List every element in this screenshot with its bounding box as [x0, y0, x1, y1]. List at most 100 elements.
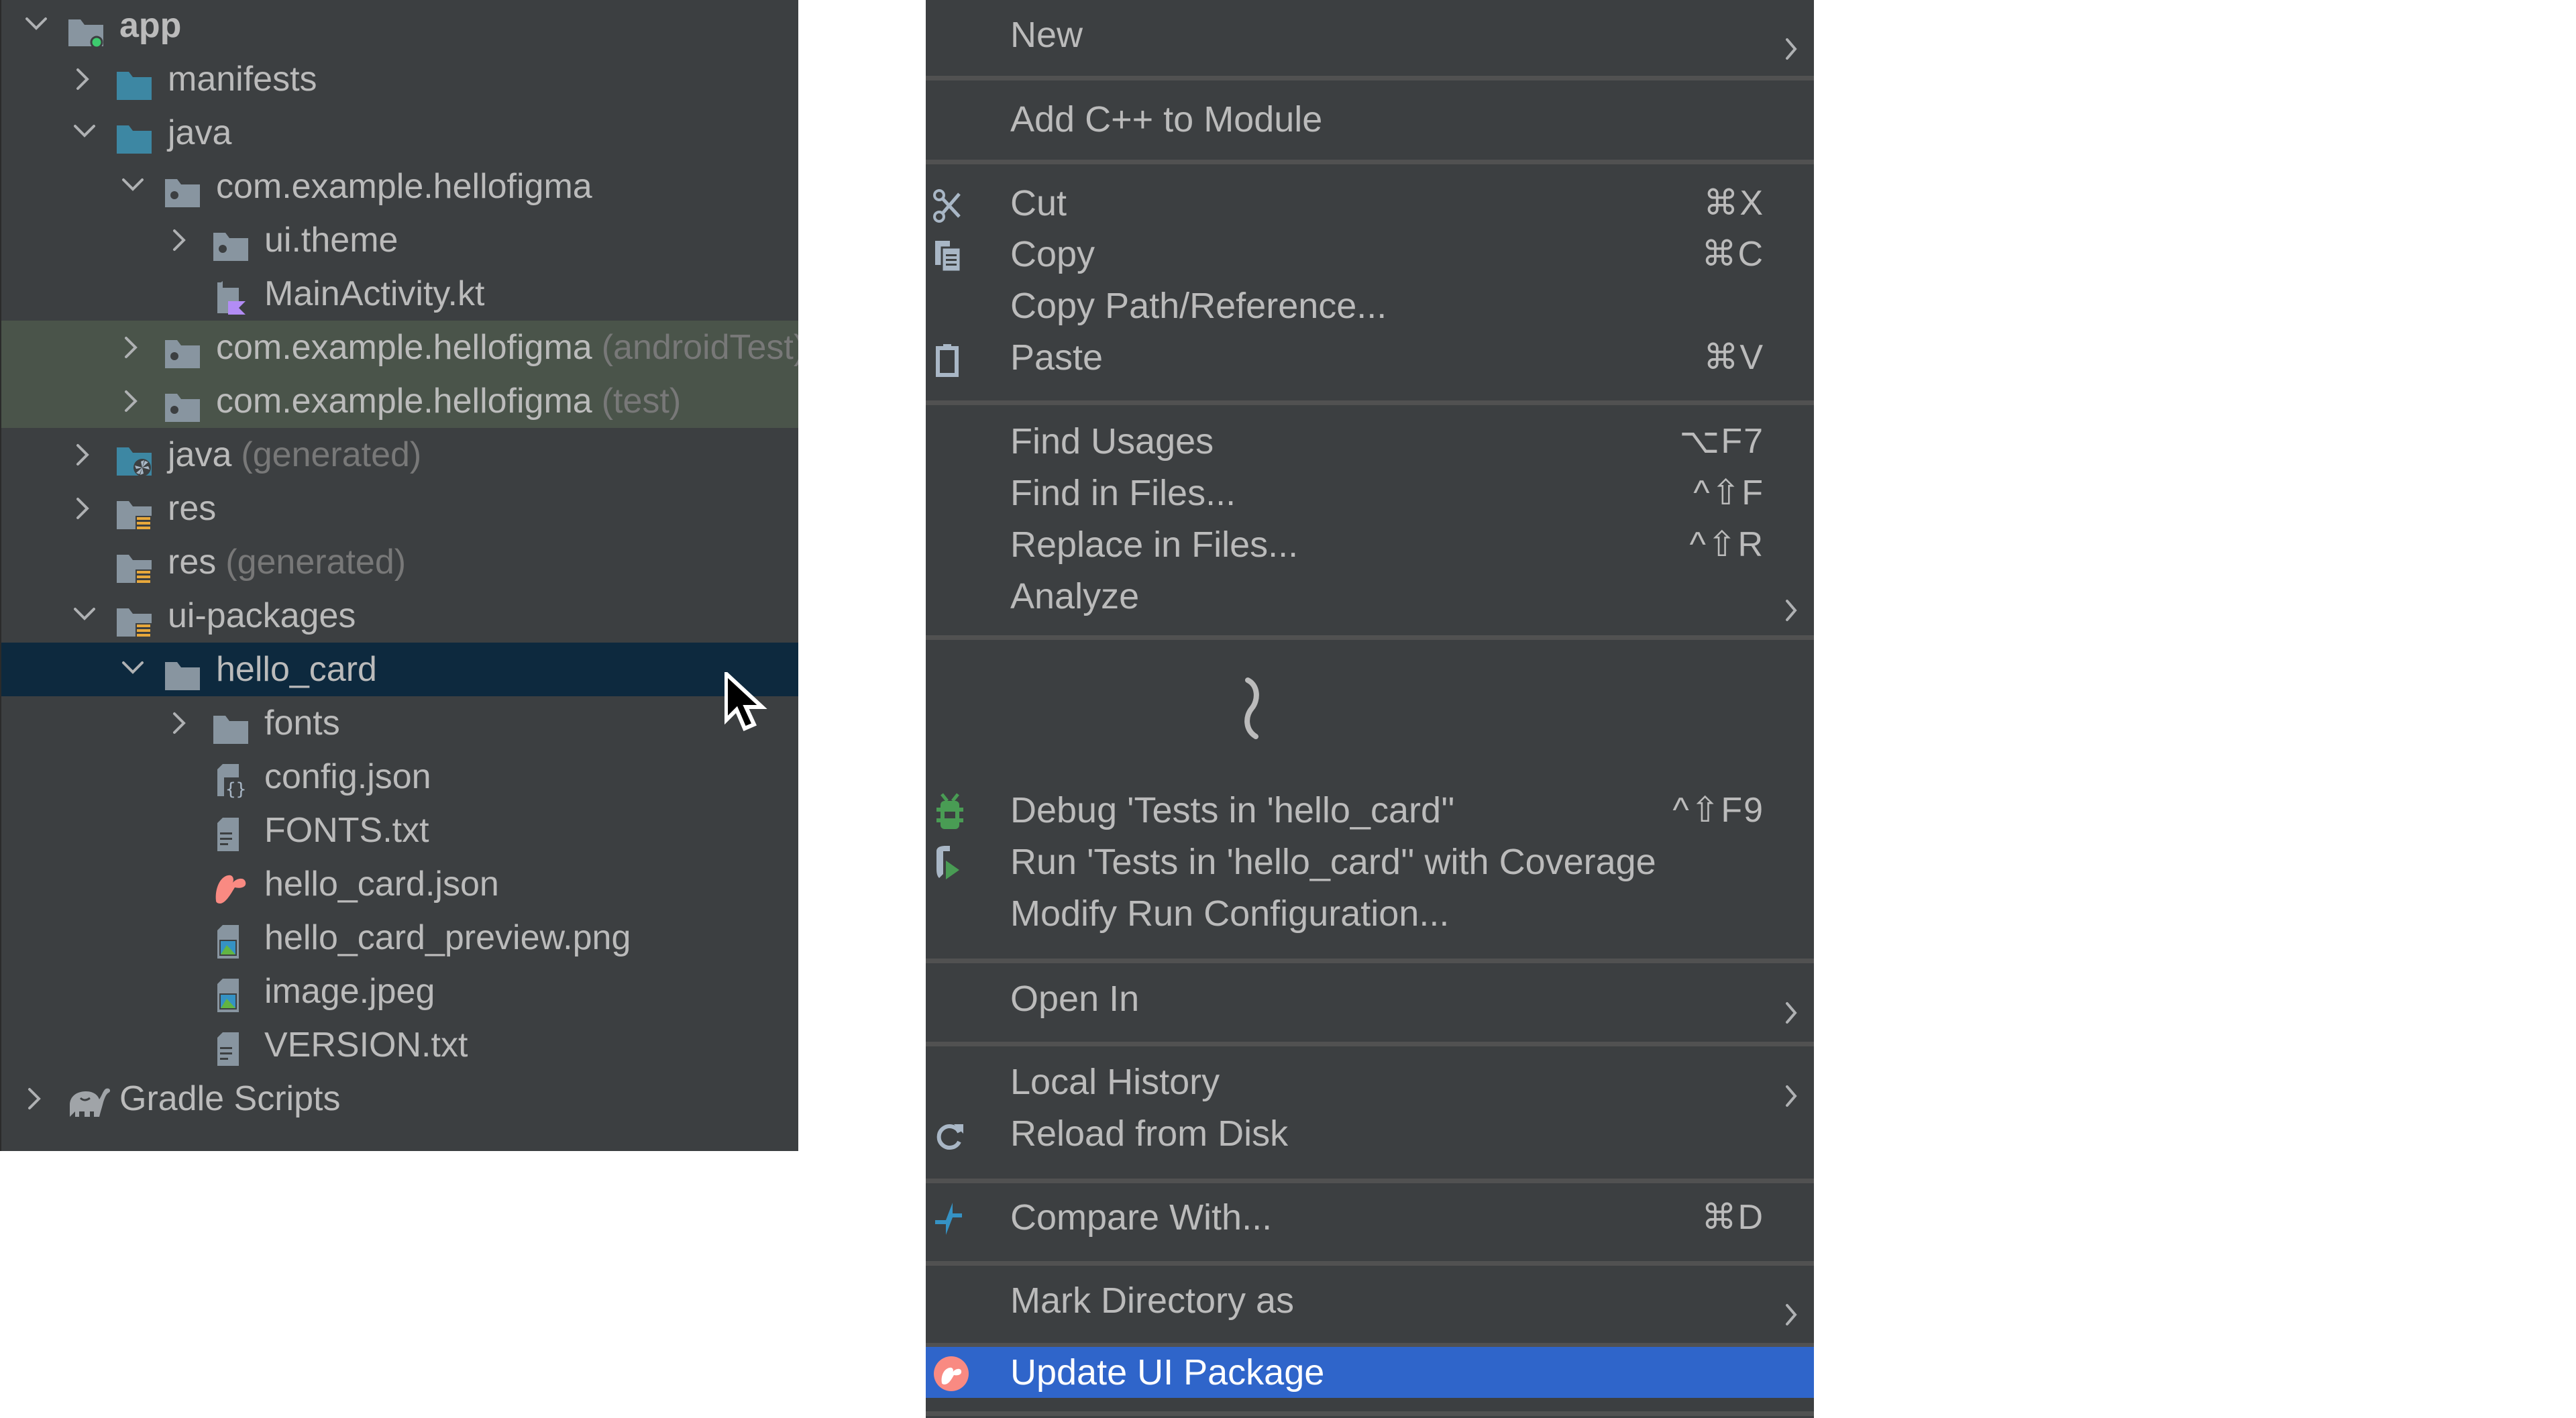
menu-item-reload-from-disk[interactable]: Reload from Disk: [926, 1108, 1814, 1160]
tree-node-name: app: [119, 6, 182, 45]
tree-node[interactable]: manifests: [1, 52, 798, 106]
menu-item-shortcut: ^⇧F9: [1672, 791, 1764, 830]
menu-item-modify-run-configuration[interactable]: Modify Run Configuration...: [926, 888, 1814, 940]
chevron-right-icon[interactable]: [118, 321, 145, 374]
folder-icon: [164, 653, 201, 690]
tree-node[interactable]: VERSION.txt: [1, 1018, 798, 1072]
tree-node[interactable]: com.example.hellofigma (androidTest): [1, 321, 798, 374]
figma-relay-icon: [212, 868, 250, 904]
menu-item-label: Paste: [1010, 337, 1104, 378]
tree-node[interactable]: {} config.json: [1, 750, 798, 804]
chevron-down-icon[interactable]: [118, 643, 145, 696]
gradle-elephant-icon: [64, 1081, 111, 1117]
chevron-down-icon[interactable]: [21, 0, 48, 52]
tree-node-name: manifests: [168, 60, 317, 99]
tree-node[interactable]: FONTS.txt: [1, 804, 798, 857]
menu-item-debug-tests-in-hello-card[interactable]: Debug 'Tests in 'hello_card'' ^⇧F9: [926, 785, 1814, 836]
tree-node[interactable]: hello_card: [1, 643, 798, 696]
menu-item-new[interactable]: New: [926, 9, 1814, 61]
tree-node-label: ui.theme: [264, 213, 398, 267]
package-icon: [212, 224, 250, 261]
menu-item-label: Cut: [1010, 183, 1067, 223]
resource-folder-icon: [115, 492, 153, 533]
tree-node[interactable]: res (generated): [1, 535, 798, 589]
tree-node[interactable]: java (generated): [1, 428, 798, 482]
menu-separator: [926, 1042, 1814, 1046]
tree-node-name: java: [168, 113, 232, 152]
source-folder-icon: [115, 63, 153, 100]
menu-item-mark-directory-as[interactable]: Mark Directory as: [926, 1275, 1814, 1327]
menu-item-update-ui-package[interactable]: Update UI Package: [926, 1347, 1814, 1398]
menu-item-shortcut: ^⇧R: [1689, 525, 1764, 564]
tree-node-name: image.jpeg: [264, 972, 435, 1011]
menu-separator: [926, 635, 1814, 640]
package-icon: [164, 331, 201, 368]
json-file-icon: {}: [212, 761, 250, 800]
menu-item-label: Update UI Package: [1010, 1352, 1325, 1393]
menu-item-shortcut: ⌘X: [1703, 184, 1764, 223]
chevron-right-icon[interactable]: [166, 213, 193, 267]
menu-item-add-c-to-module[interactable]: Add C++ to Module: [926, 94, 1814, 146]
tree-node-label: VERSION.txt: [264, 1018, 468, 1072]
menu-item-cut[interactable]: Cut ⌘X: [926, 178, 1814, 229]
menu-item-label: Debug 'Tests in 'hello_card'': [1010, 790, 1455, 830]
tree-node-name: config.json: [264, 757, 431, 796]
tree-node-name: com.example.hellofigma: [216, 167, 592, 206]
package-icon: [164, 385, 201, 422]
menu-item-copy[interactable]: Copy ⌘C: [926, 229, 1814, 280]
submenu-chevron-icon: [1783, 987, 1799, 1039]
menu-separator: [926, 1179, 1814, 1183]
chevron-right-icon[interactable]: [166, 696, 193, 750]
menu-separator: [926, 160, 1814, 164]
chevron-right-icon[interactable]: [118, 374, 145, 428]
menu-item-run-tests-in-hello-card-with-coverage[interactable]: Run 'Tests in 'hello_card'' with Coverag…: [926, 836, 1814, 888]
menu-item-shortcut: ⌘V: [1703, 338, 1764, 377]
menu-item-compare-with[interactable]: Compare With... ⌘D: [926, 1192, 1814, 1244]
tree-node[interactable]: ui.theme: [1, 213, 798, 267]
menu-item-label: Reload from Disk: [1010, 1113, 1289, 1154]
chevron-right-icon[interactable]: [21, 1072, 48, 1126]
chevron-down-icon[interactable]: [118, 160, 145, 213]
tree-node[interactable]: Gradle Scripts: [1, 1072, 798, 1126]
menu-item-label: Replace in Files...: [1010, 525, 1299, 565]
tree-node-label: MainActivity.kt: [264, 267, 484, 321]
menu-item-analyze[interactable]: Analyze: [926, 571, 1814, 622]
tree-node[interactable]: res: [1, 482, 798, 535]
tree-node[interactable]: ui-packages: [1, 589, 798, 643]
menu-separator: [926, 959, 1814, 963]
chevron-right-icon[interactable]: [70, 428, 97, 482]
submenu-chevron-icon: [1783, 585, 1799, 637]
tree-node[interactable]: java: [1, 106, 798, 160]
tree-node-label: com.example.hellofigma (androidTest): [216, 321, 798, 374]
tree-node[interactable]: com.example.hellofigma (test): [1, 374, 798, 428]
tree-node[interactable]: app: [1, 0, 798, 52]
menu-item-label: Mark Directory as: [1010, 1280, 1295, 1321]
tree-node-label: fonts: [264, 696, 340, 750]
menu-item-paste[interactable]: Paste ⌘V: [926, 332, 1814, 384]
chevron-down-icon[interactable]: [70, 106, 97, 160]
menu-item-replace-in-files[interactable]: Replace in Files... ^⇧R: [926, 519, 1814, 571]
menu-item-local-history[interactable]: Local History: [926, 1056, 1814, 1108]
menu-item-copy-path-reference[interactable]: Copy Path/Reference...: [926, 280, 1814, 332]
submenu-chevron-icon: [1783, 1289, 1799, 1341]
menu-item-find-in-files[interactable]: Find in Files... ^⇧F: [926, 468, 1814, 519]
text-file-icon: [212, 1029, 250, 1066]
menu-separator: [926, 76, 1814, 80]
tree-node-label: config.json: [264, 750, 431, 804]
scissors-icon: [932, 186, 967, 223]
folder-icon: [212, 707, 250, 744]
tree-node-name: java: [168, 435, 232, 474]
tree-node[interactable]: fonts: [1, 696, 798, 750]
menu-item-open-in[interactable]: Open In: [926, 973, 1814, 1025]
tree-node[interactable]: image.jpeg: [1, 965, 798, 1018]
tree-node[interactable]: hello_card.json: [1, 857, 798, 911]
menu-item-find-usages[interactable]: Find Usages ⌥F7: [926, 416, 1814, 468]
chevron-right-icon[interactable]: [70, 52, 97, 106]
tree-node[interactable]: MainActivity.kt: [1, 267, 798, 321]
tree-node[interactable]: hello_card_preview.png: [1, 911, 798, 965]
tree-node[interactable]: com.example.hellofigma: [1, 160, 798, 213]
tree-node-name: VERSION.txt: [264, 1026, 468, 1065]
chevron-down-icon[interactable]: [70, 589, 97, 643]
tree-node-label: Gradle Scripts: [119, 1072, 340, 1126]
chevron-right-icon[interactable]: [70, 482, 97, 535]
